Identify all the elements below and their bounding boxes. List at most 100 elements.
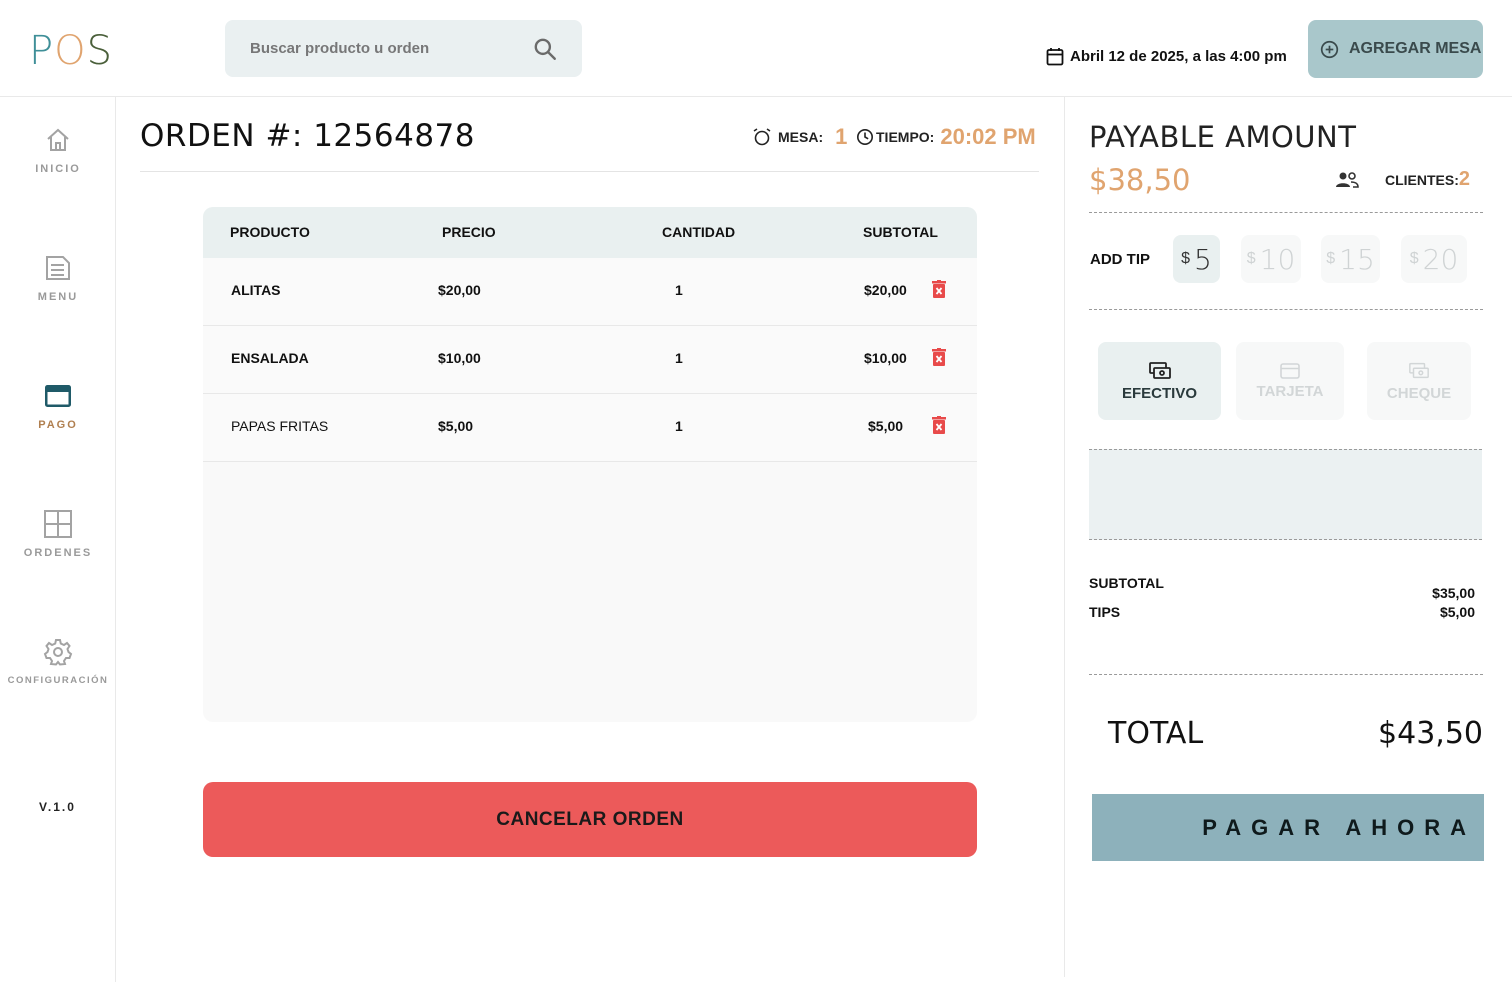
total-label: TOTAL: [1108, 716, 1204, 751]
order-table: PRODUCTO PRECIO CANTIDAD SUBTOTAL ALITAS…: [203, 207, 977, 722]
tiempo-value: 20:02 PM: [940, 124, 1036, 149]
subtotal-value: $35,00: [1432, 585, 1475, 601]
subtotal-label: SUBTOTAL: [1089, 575, 1164, 591]
clock-icon: [856, 128, 874, 146]
plus-circle-icon: [1320, 40, 1339, 58]
column-header-producto: PRODUCTO: [230, 224, 310, 240]
tip-option-20[interactable]: $ 20: [1401, 235, 1467, 283]
tips-label: TIPS: [1089, 604, 1121, 620]
clients-value: 2: [1458, 168, 1471, 190]
table-row: PAPAS FRITAS $5,00 1 $5,00: [203, 394, 977, 462]
sidebar-item-configuracion[interactable]: CONFIGURACIÓN: [0, 637, 116, 707]
tip-currency: $: [1181, 250, 1191, 267]
tip-option-5[interactable]: $ 5: [1173, 235, 1220, 283]
method-label: TARJETA: [1256, 382, 1324, 400]
product-quantity: 1: [675, 418, 683, 434]
table-row: ENSALADA $10,00 1 $10,00: [203, 326, 977, 394]
add-tip-label: ADD TIP: [1090, 251, 1150, 268]
mesa-value: 1: [835, 124, 848, 149]
product-subtotal: $10,00: [864, 350, 907, 366]
logo-letter-s: S: [86, 28, 113, 74]
search-input[interactable]: [225, 20, 525, 77]
mesa-label: MESA:: [778, 129, 824, 145]
payment-method-efectivo[interactable]: EFECTIVO: [1098, 342, 1221, 420]
tips-value: $5,00: [1439, 604, 1475, 620]
product-quantity: 1: [675, 350, 683, 366]
product-quantity: 1: [675, 282, 683, 298]
gear-icon: [43, 639, 73, 666]
date-text: Abril 12 de 2025, a las 4:00 pm: [1070, 47, 1287, 65]
app-version: V.1.0: [39, 800, 76, 814]
users-icon[interactable]: [1335, 171, 1359, 189]
payment-method-tarjeta[interactable]: TARJETA: [1236, 342, 1344, 420]
table-header: PRODUCTO PRECIO CANTIDAD SUBTOTAL: [203, 207, 977, 258]
home-icon: [47, 128, 69, 151]
product-subtotal: $5,00: [868, 418, 904, 434]
tip-currency: $: [1409, 250, 1419, 267]
search-bar: [225, 20, 582, 77]
tip-value: 10: [1259, 242, 1296, 276]
payment-method-cheque[interactable]: CHEQUE: [1367, 342, 1471, 420]
product-subtotal: $20,00: [864, 282, 907, 298]
divider: [1089, 309, 1483, 310]
sidebar-item-label: PAGO: [38, 419, 78, 431]
order-title: ORDEN #: 12564878: [140, 118, 475, 154]
grid-icon: [44, 510, 72, 538]
product-price: $5,00: [438, 418, 474, 434]
pay-now-button[interactable]: PAGAR AHORA: [1092, 794, 1484, 861]
method-label: CHEQUE: [1386, 384, 1452, 402]
credit-card-icon: [45, 385, 71, 407]
product-name: ALITAS: [231, 282, 281, 298]
clients-info: CLIENTES: 2: [1335, 168, 1470, 191]
payable-amount: $38,50: [1089, 163, 1191, 197]
sidebar-item-label: CONFIGURACIÓN: [7, 675, 109, 686]
add-table-button[interactable]: AGREGAR MESA: [1308, 20, 1483, 78]
tip-value: 20: [1422, 242, 1459, 276]
delete-icon[interactable]: [931, 416, 947, 434]
sidebar-item-inicio[interactable]: INICIO: [0, 125, 116, 195]
document-icon: [46, 256, 70, 280]
divider: [140, 171, 1039, 172]
app-logo: POS: [29, 28, 113, 74]
calendar-icon: [1046, 47, 1064, 65]
cancel-order-button[interactable]: CANCELAR ORDEN: [203, 782, 977, 857]
sidebar-item-pago[interactable]: PAGO: [0, 381, 116, 451]
tip-value: 15: [1339, 242, 1375, 276]
tip-option-15[interactable]: $ 15: [1321, 235, 1380, 283]
divider: [1089, 212, 1483, 213]
payment-details-area[interactable]: [1089, 449, 1482, 540]
tip-currency: $: [1246, 250, 1256, 267]
delete-icon[interactable]: [931, 280, 947, 298]
table-info: MESA: 1: [752, 122, 847, 152]
cheque-icon: [1409, 362, 1429, 378]
logo-letter-o: O: [54, 28, 87, 74]
tiempo-label: TIEMPO:: [876, 129, 935, 145]
current-date: Abril 12 de 2025, a las 4:00 pm: [1046, 45, 1287, 67]
sidebar-item-ordenes[interactable]: ORDENES: [0, 509, 116, 579]
delete-icon[interactable]: [931, 348, 947, 366]
sidebar-item-label: MENU: [37, 291, 79, 303]
table-row: ALITAS $20,00 1 $20,00: [203, 258, 977, 326]
tip-option-10[interactable]: $ 10: [1241, 235, 1301, 283]
sidebar-item-label: INICIO: [35, 163, 81, 175]
product-price: $10,00: [438, 350, 481, 366]
cash-icon: [1148, 361, 1171, 379]
sidebar-item-label: ORDENES: [23, 547, 93, 559]
card-icon: [1280, 362, 1300, 379]
column-header-cantidad: CANTIDAD: [662, 224, 736, 240]
product-name: PAPAS FRITAS: [231, 418, 329, 434]
column-header-subtotal: SUBTOTAL: [863, 224, 938, 240]
add-table-label: AGREGAR MESA: [1349, 40, 1482, 57]
product-price: $20,00: [438, 282, 481, 298]
payable-title: PAYABLE AMOUNT: [1089, 120, 1357, 154]
search-icon[interactable]: [532, 36, 558, 62]
sidebar-item-menu[interactable]: MENU: [0, 253, 116, 323]
sidebar: INICIO MENU PAGO ORDENES CONFIGURACIÓN V…: [0, 97, 116, 982]
clients-label: CLIENTES:: [1385, 171, 1459, 188]
tip-currency: $: [1326, 250, 1336, 267]
total-value: $43,50: [1378, 716, 1483, 751]
alarm-icon: [753, 128, 771, 146]
column-header-precio: PRECIO: [442, 224, 496, 240]
tip-value: 5: [1194, 242, 1212, 276]
method-label: EFECTIVO: [1121, 384, 1197, 402]
